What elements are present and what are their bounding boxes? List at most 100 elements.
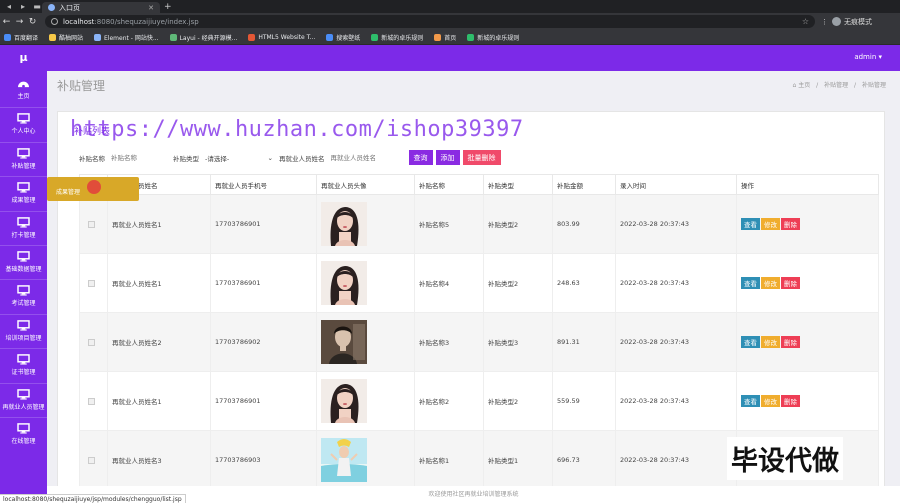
col-header: 再就业人员手机号 (210, 174, 317, 195)
row-checkbox[interactable] (88, 397, 95, 405)
bookmark-item[interactable]: 新城的卓乐规则 (371, 33, 423, 42)
delete-button[interactable]: 删除 (781, 395, 800, 407)
breadcrumb-item[interactable]: 补贴管理 (824, 82, 848, 89)
cell-actions: 查看修改删除 (736, 194, 879, 254)
monitor-icon (17, 319, 30, 331)
window-forward-icon[interactable]: ▸ (18, 2, 28, 12)
back-arrow-icon[interactable]: ← (0, 17, 13, 27)
bookmark-item[interactable]: HTML5 Website T... (248, 33, 315, 41)
cell-time: 2022-03-28 20:37:43 (615, 430, 737, 486)
bookmark-item[interactable]: 搜索壁纸 (326, 33, 360, 42)
edit-button[interactable]: 修改 (761, 336, 780, 348)
sidebar-item-label: 补贴管理 (11, 162, 36, 170)
row-checkbox[interactable] (88, 279, 95, 287)
sidebar-item[interactable]: 打卡管理 (0, 210, 47, 245)
bookmark-item[interactable]: 酷柚网站 (49, 33, 83, 42)
row-checkbox[interactable] (88, 338, 95, 346)
sidebar-item[interactable]: 培训项目管理 (0, 313, 47, 348)
bookmark-item[interactable]: 新城的卓乐规则 (467, 33, 519, 42)
bookmark-item[interactable]: 首页 (434, 33, 456, 42)
cell-time: 2022-03-28 20:37:43 (615, 312, 737, 372)
person-name-input[interactable] (330, 151, 401, 164)
view-button[interactable]: 查看 (741, 218, 760, 230)
sidebar-item-label: 培训项目管理 (5, 334, 42, 342)
profile-area[interactable]: ⋮ 无痕模式 (821, 17, 872, 27)
window-back-icon[interactable]: ◂ (4, 2, 14, 12)
dashboard-icon (18, 81, 29, 88)
flyout-item-label[interactable]: 成果管理 (56, 189, 80, 196)
cell-amount: 891.31 (552, 312, 616, 372)
view-button[interactable]: 查看 (741, 336, 760, 348)
search-button[interactable]: 查询 (408, 150, 433, 165)
breadcrumb-home[interactable]: ⌂ 主页 (793, 82, 811, 89)
new-tab-icon[interactable]: + (164, 2, 172, 12)
admin-menu[interactable]: admin ▾ (854, 53, 882, 61)
edit-button[interactable]: 修改 (761, 395, 780, 407)
monitor-icon (17, 113, 30, 124)
monitor-icon (17, 216, 30, 228)
cell-check (79, 430, 108, 486)
sidebar-item[interactable]: 主页 (0, 73, 47, 107)
sidebar-item[interactable]: 再就业人员管理 (0, 382, 47, 417)
monitor-icon (17, 251, 30, 262)
cell-time: 2022-03-28 20:37:43 (615, 253, 737, 313)
star-icon[interactable]: ☆ (802, 17, 809, 26)
browser-tab-active[interactable]: 入口页 ✕ (42, 2, 160, 13)
bookmark-item[interactable]: 百度翻译 (4, 33, 38, 42)
bookmark-icon (94, 33, 102, 41)
cell-check (79, 253, 108, 313)
cell-time: 2022-03-28 20:37:43 (615, 194, 737, 254)
address-bar[interactable]: localhost :8080/shequzaijiuye/index.jsp … (45, 15, 815, 28)
col-header: 操作 (736, 174, 879, 195)
globe-icon (48, 4, 55, 11)
subsidy-type-select[interactable]: -请选择- ⌄ (205, 152, 273, 164)
view-button[interactable]: 查看 (741, 395, 760, 407)
label-subsidy-name: 补贴名称 (79, 154, 105, 163)
bookmark-icon (4, 33, 11, 41)
app-header: admin ▾ (47, 45, 900, 71)
view-button[interactable]: 查看 (741, 277, 760, 289)
batch-delete-button[interactable]: 批量删除 (462, 150, 501, 165)
row-checkbox[interactable] (88, 456, 95, 464)
bookmark-icon (248, 33, 256, 41)
cell-subsidy-name: 补贴名称3 (414, 312, 484, 372)
sidebar-item[interactable]: 证书管理 (0, 348, 47, 382)
edit-button[interactable]: 修改 (761, 277, 780, 289)
cell-check (79, 371, 108, 431)
sidebar-item[interactable]: 考试管理 (0, 279, 47, 313)
incognito-icon (832, 17, 841, 26)
browser-toolbar: ← → ↻ localhost :8080/shequzaijiuye/inde… (0, 13, 900, 30)
bookmark-item[interactable]: Element - 网站快... (94, 33, 159, 42)
delete-button[interactable]: 删除 (781, 218, 800, 230)
cell-person-name: 再就业人员姓名1 (107, 194, 211, 254)
cell-check (79, 312, 108, 372)
cell-subsidy-type: 补贴类型1 (483, 430, 553, 486)
delete-button[interactable]: 删除 (781, 336, 800, 348)
bookmark-item[interactable]: Layui - 经典开源模... (169, 33, 237, 42)
sidebar-item[interactable]: 个人中心 (0, 107, 47, 141)
cell-avatar (316, 312, 415, 372)
delete-button[interactable]: 删除 (781, 277, 800, 289)
monitor-icon (17, 423, 30, 434)
subsidy-name-input[interactable] (111, 151, 165, 164)
sidebar-item[interactable]: 补贴管理 (0, 141, 47, 176)
monitor-icon (17, 354, 30, 365)
sidebar-item[interactable]: 在线管理 (0, 416, 47, 451)
forward-arrow-icon[interactable]: → (13, 17, 26, 27)
sidebar-item-label: 主页 (17, 93, 30, 100)
add-button[interactable]: 添加 (435, 150, 460, 165)
reload-icon[interactable]: ↻ (26, 17, 39, 27)
table-row: 再就业人员姓名1 17703786901 补贴名称4 补贴类型2 248.63 2022-… (79, 253, 879, 313)
cell-phone: 17703786902 (210, 312, 317, 372)
breadcrumb-sep: / (854, 82, 857, 89)
col-header: 补贴金额 (552, 174, 616, 195)
sidebar-item[interactable]: 成果管理 (0, 176, 47, 210)
bookmark-icon (434, 33, 442, 41)
sidebar-item[interactable]: 基础数据管理 (0, 244, 47, 279)
info-icon[interactable] (51, 18, 58, 25)
row-checkbox[interactable] (88, 220, 95, 228)
edit-button[interactable]: 修改 (761, 218, 780, 230)
extensions-icon[interactable]: ⋮ (821, 18, 828, 26)
tab-close-icon[interactable]: ✕ (148, 4, 154, 12)
window-menu-icon[interactable]: ▬ (32, 2, 42, 12)
